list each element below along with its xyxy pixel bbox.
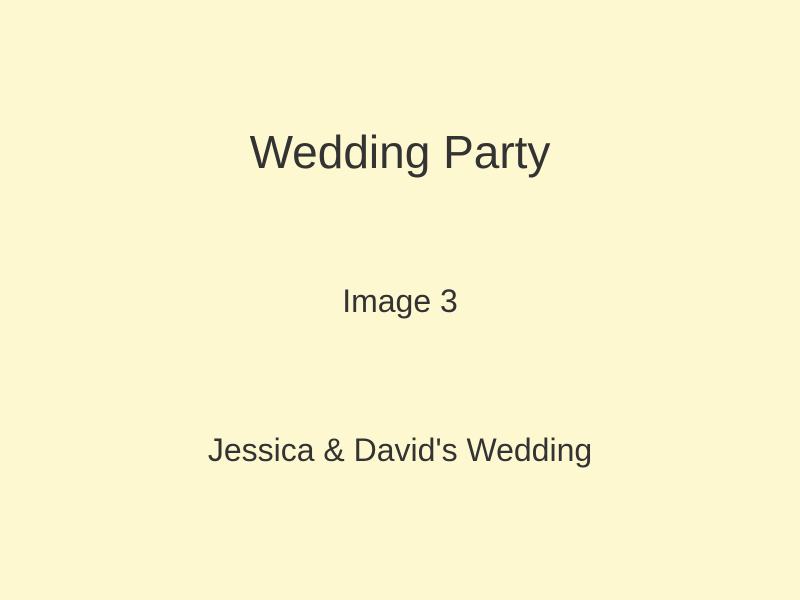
image-title: Wedding Party bbox=[249, 126, 551, 178]
image-placeholder-card: Wedding Party Image 3 Jessica & David's … bbox=[0, 0, 800, 600]
image-label: Image 3 bbox=[342, 283, 458, 319]
image-caption: Jessica & David's Wedding bbox=[207, 432, 593, 468]
